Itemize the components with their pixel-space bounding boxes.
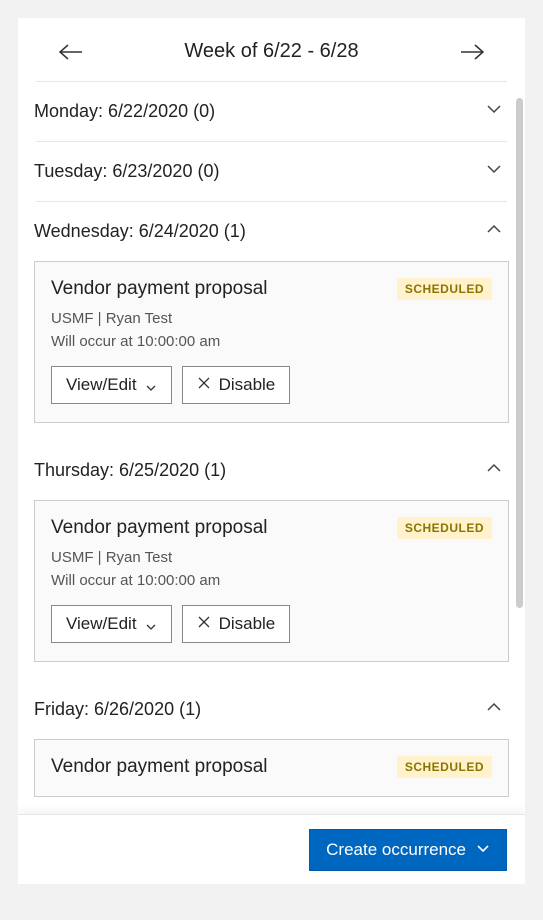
card-actions: View/Edit Disable <box>51 605 492 643</box>
day-label: Friday: 6/26/2020 (1) <box>34 699 201 720</box>
chevron-down-icon <box>476 840 490 860</box>
disable-button[interactable]: Disable <box>182 366 291 404</box>
button-label: Disable <box>219 614 276 634</box>
occurrence-card: Vendor payment proposal SCHEDULED USMF |… <box>34 261 509 423</box>
footer: Create occurrence <box>18 814 525 884</box>
chevron-down-icon <box>485 160 503 183</box>
day-label: Monday: 6/22/2020 (0) <box>34 101 215 122</box>
chevron-up-icon <box>485 698 503 721</box>
button-label: Create occurrence <box>326 840 466 860</box>
status-badge: SCHEDULED <box>397 517 492 539</box>
day-row-monday[interactable]: Monday: 6/22/2020 (0) <box>18 82 525 141</box>
card-header: Vendor payment proposal SCHEDULED <box>51 278 492 300</box>
view-edit-button[interactable]: View/Edit <box>51 366 172 404</box>
close-icon <box>197 375 211 395</box>
schedule-panel: Week of 6/22 - 6/28 Monday: 6/22/2020 (0… <box>18 18 525 884</box>
day-row-tuesday[interactable]: Tuesday: 6/23/2020 (0) <box>18 142 525 201</box>
chevron-up-icon <box>485 459 503 482</box>
card-title: Vendor payment proposal <box>51 756 268 778</box>
card-header: Vendor payment proposal SCHEDULED <box>51 756 492 778</box>
status-badge: SCHEDULED <box>397 756 492 778</box>
disable-button[interactable]: Disable <box>182 605 291 643</box>
button-label: Disable <box>219 375 276 395</box>
card-subtitle: USMF | Ryan Test <box>51 310 492 327</box>
week-title: Week of 6/22 - 6/28 <box>184 40 358 63</box>
create-occurrence-button[interactable]: Create occurrence <box>309 829 507 871</box>
next-week-arrow-icon[interactable] <box>461 43 485 61</box>
chevron-down-icon <box>145 618 157 630</box>
card-title: Vendor payment proposal <box>51 517 268 539</box>
day-label: Wednesday: 6/24/2020 (1) <box>34 221 246 242</box>
button-label: View/Edit <box>66 375 137 395</box>
button-label: View/Edit <box>66 614 137 634</box>
close-icon <box>197 614 211 634</box>
card-subtitle: USMF | Ryan Test <box>51 549 492 566</box>
scrollbar[interactable] <box>516 98 523 608</box>
scroll-area[interactable]: Week of 6/22 - 6/28 Monday: 6/22/2020 (0… <box>18 18 525 884</box>
day-row-wednesday[interactable]: Wednesday: 6/24/2020 (1) <box>18 202 525 261</box>
occurrence-card: Vendor payment proposal SCHEDULED <box>34 739 509 797</box>
card-time: Will occur at 10:00:00 am <box>51 333 492 350</box>
chevron-down-icon <box>485 100 503 123</box>
chevron-up-icon <box>485 220 503 243</box>
week-nav: Week of 6/22 - 6/28 <box>18 18 525 81</box>
card-header: Vendor payment proposal SCHEDULED <box>51 517 492 539</box>
day-label: Tuesday: 6/23/2020 (0) <box>34 161 219 182</box>
day-label: Thursday: 6/25/2020 (1) <box>34 460 226 481</box>
day-row-friday[interactable]: Friday: 6/26/2020 (1) <box>18 680 525 739</box>
view-edit-button[interactable]: View/Edit <box>51 605 172 643</box>
card-title: Vendor payment proposal <box>51 278 268 300</box>
card-actions: View/Edit Disable <box>51 366 492 404</box>
prev-week-arrow-icon[interactable] <box>58 43 82 61</box>
chevron-down-icon <box>145 379 157 391</box>
card-time: Will occur at 10:00:00 am <box>51 572 492 589</box>
day-row-thursday[interactable]: Thursday: 6/25/2020 (1) <box>18 441 525 500</box>
occurrence-card: Vendor payment proposal SCHEDULED USMF |… <box>34 500 509 662</box>
status-badge: SCHEDULED <box>397 278 492 300</box>
